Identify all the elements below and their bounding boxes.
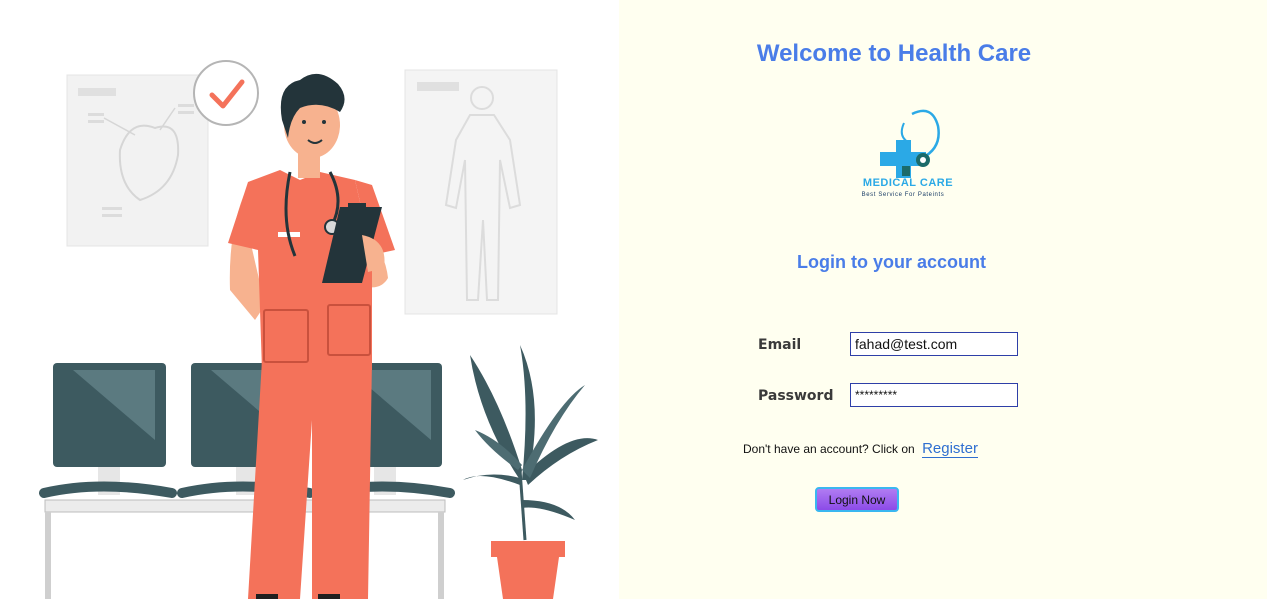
login-button[interactable]: Login Now	[815, 487, 899, 512]
login-heading: Login to your account	[797, 252, 986, 272]
password-label: Password	[758, 388, 834, 404]
body-poster	[404, 69, 558, 315]
register-prompt-line: Don't have an account? Click on Register	[743, 440, 978, 458]
waiting-chairs	[39, 363, 455, 498]
potted-plant	[463, 345, 598, 599]
check-bubble-icon	[193, 60, 259, 126]
password-field[interactable]	[850, 383, 1018, 407]
medical-cross-icon	[880, 109, 940, 178]
medical-care-logo: MEDICAL CARE Best Service For Pateints	[834, 108, 969, 203]
email-field[interactable]	[850, 332, 1018, 356]
email-label: Email	[758, 337, 802, 353]
illustration-panel	[0, 0, 619, 599]
login-panel: Welcome to Health Care MEDICAL CARE Best…	[619, 0, 1267, 599]
doctor-illustration	[39, 60, 598, 599]
register-prompt-text: Don't have an account? Click on	[743, 442, 915, 456]
logo-name: MEDICAL CARE	[862, 177, 954, 189]
page-title: Welcome to Health Care	[756, 40, 1032, 67]
register-link[interactable]: Register	[922, 440, 978, 458]
logo-tagline: Best Service For Pateints	[861, 192, 945, 198]
heart-poster	[66, 74, 209, 247]
bench	[44, 499, 446, 599]
doctor-figure	[228, 73, 395, 599]
